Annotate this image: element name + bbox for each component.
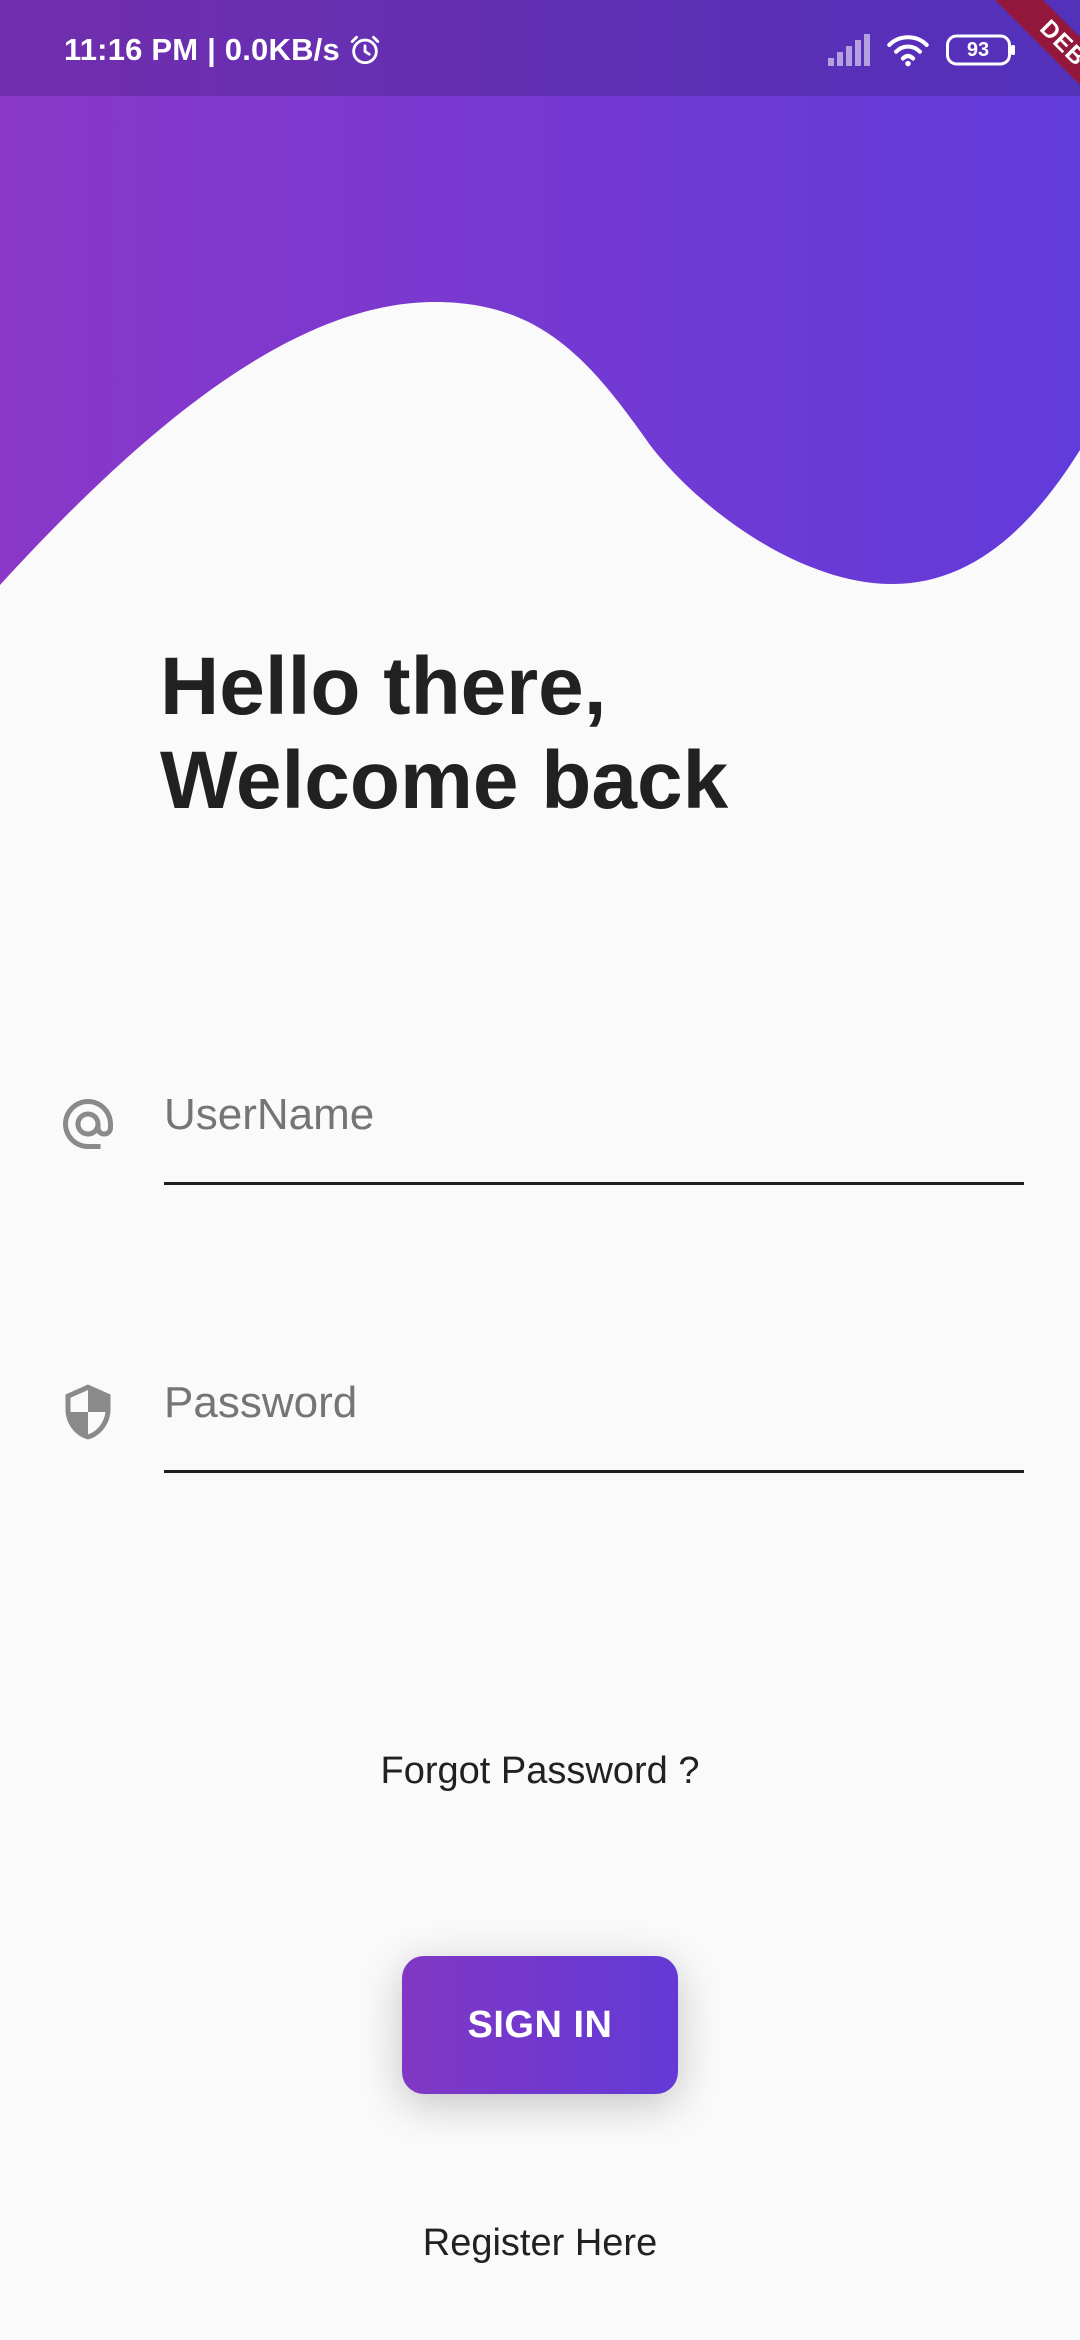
time-and-speed: 11:16 PM | 0.0KB/s bbox=[64, 32, 340, 67]
shield-icon bbox=[65, 1384, 111, 1440]
password-input[interactable] bbox=[164, 1368, 1024, 1438]
status-left: 11:16 PM | 0.0KB/s bbox=[64, 30, 382, 70]
status-bar: 11:16 PM | 0.0KB/s 93 bbox=[0, 0, 1080, 96]
sign-in-button[interactable]: SIGN IN bbox=[402, 1956, 678, 2094]
alarm-icon bbox=[350, 35, 380, 65]
welcome-heading: Hello there, Welcome back bbox=[160, 640, 728, 828]
forgot-password-link[interactable]: Forgot Password ? bbox=[0, 1750, 1080, 1793]
register-link[interactable]: Register Here bbox=[0, 2222, 1080, 2265]
debug-label: DEBUG bbox=[972, 0, 1080, 150]
greeting-line-1: Hello there, bbox=[160, 641, 607, 732]
greeting-line-2: Welcome back bbox=[160, 735, 729, 826]
username-input[interactable] bbox=[164, 1080, 1024, 1150]
password-field bbox=[0, 1348, 1080, 1473]
wifi-icon bbox=[887, 35, 929, 67]
at-sign-icon bbox=[63, 1099, 113, 1149]
debug-banner: DEBUG bbox=[930, 0, 1080, 150]
username-field bbox=[0, 1060, 1080, 1185]
signal-icon bbox=[828, 34, 870, 66]
username-underline bbox=[164, 1182, 1024, 1185]
password-underline bbox=[164, 1470, 1024, 1473]
